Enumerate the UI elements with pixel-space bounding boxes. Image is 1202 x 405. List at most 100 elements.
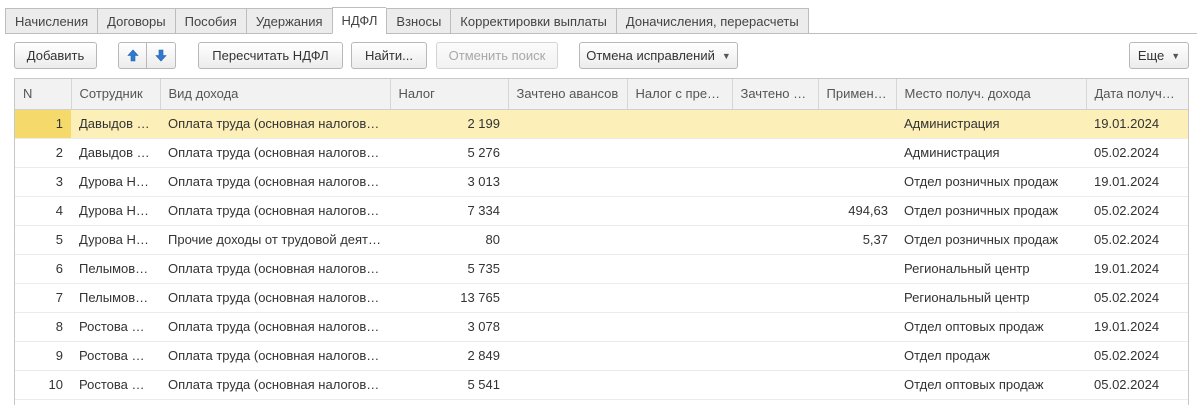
- cell-advances[interactable]: [508, 109, 627, 139]
- table-row[interactable]: 10 Ростова … Оплата труда (основная налого…: [15, 370, 1188, 400]
- column-header-advances[interactable]: Зачтено авансов: [508, 79, 628, 110]
- table-row[interactable]: 9 Ростова … Оплата труда (основная налогов…: [15, 341, 1188, 371]
- cell-n[interactable]: 3: [15, 167, 71, 197]
- cell-advances[interactable]: [508, 370, 627, 400]
- tab-contracts[interactable]: Договоры: [97, 8, 175, 34]
- cell-tax-excess[interactable]: [627, 138, 732, 168]
- tab-recalculations[interactable]: Доначисления, перерасчеты: [615, 8, 809, 34]
- cell-applied[interactable]: 5,37: [818, 225, 896, 255]
- cell-n[interactable]: 4: [15, 196, 71, 226]
- cell-applied[interactable]: [818, 167, 896, 197]
- cell-applied[interactable]: [818, 138, 896, 168]
- cell-receipt-date[interactable]: 19.01.2024: [1086, 167, 1188, 197]
- cell-tax[interactable]: 3 078: [390, 312, 508, 342]
- cell-advances[interactable]: [508, 138, 627, 168]
- cell-receipt-date[interactable]: 05.02.2024: [1086, 341, 1188, 371]
- more-menu-button[interactable]: Еще ▼: [1129, 42, 1189, 69]
- column-header-tax-excess[interactable]: Налог с пре…: [627, 79, 733, 110]
- cell-income-type[interactable]: Оплата труда (основная налогов…: [160, 196, 390, 226]
- cell-employee[interactable]: Дурова Н…: [71, 225, 160, 255]
- cell-income-place[interactable]: Отдел оптовых продаж: [896, 370, 1086, 400]
- column-header-credited[interactable]: Зачтено …: [732, 79, 819, 110]
- cell-n[interactable]: 5: [15, 225, 71, 255]
- cell-applied[interactable]: [818, 254, 896, 284]
- column-header-applied[interactable]: Примен…: [818, 79, 897, 110]
- cell-income-place[interactable]: Региональный центр: [896, 254, 1086, 284]
- cell-employee[interactable]: Пелымов…: [71, 283, 160, 313]
- cell-tax[interactable]: 5 276: [390, 138, 508, 168]
- add-button[interactable]: Добавить: [14, 42, 97, 69]
- cell-income-place[interactable]: Отдел продаж: [896, 341, 1086, 371]
- cell-credited[interactable]: [732, 312, 818, 342]
- cell-income-type[interactable]: Оплата труда (основная налогов…: [160, 283, 390, 313]
- cell-tax-excess[interactable]: [627, 312, 732, 342]
- cell-income-type[interactable]: Оплата труда (основная налогов…: [160, 341, 390, 371]
- tab-deductions[interactable]: Удержания: [245, 8, 332, 34]
- cell-employee[interactable]: Ростова …: [71, 312, 160, 342]
- cell-income-type[interactable]: Оплата труда (основная налогов…: [160, 109, 390, 139]
- cell-tax[interactable]: 7 334: [390, 196, 508, 226]
- cell-n[interactable]: 6: [15, 254, 71, 284]
- cancel-search-button[interactable]: Отменить поиск: [436, 42, 558, 69]
- table-row[interactable]: 3 Дурова Н… Оплата труда (основная налогов…: [15, 167, 1188, 197]
- cell-advances[interactable]: [508, 341, 627, 371]
- cell-employee[interactable]: Пелымов…: [71, 254, 160, 284]
- cell-receipt-date[interactable]: 19.01.2024: [1086, 312, 1188, 342]
- column-header-income-place[interactable]: Место получ. дохода: [896, 79, 1087, 110]
- move-down-button[interactable]: [147, 42, 176, 69]
- cell-applied[interactable]: [818, 283, 896, 313]
- cell-credited[interactable]: [732, 109, 818, 139]
- cell-credited[interactable]: [732, 138, 818, 168]
- cell-n[interactable]: 10: [15, 370, 71, 400]
- cell-income-place[interactable]: Отдел оптовых продаж: [896, 312, 1086, 342]
- cell-tax[interactable]: 2 849: [390, 341, 508, 371]
- cell-credited[interactable]: [732, 370, 818, 400]
- cell-applied[interactable]: 494,63: [818, 196, 896, 226]
- cell-tax[interactable]: 5 541: [390, 370, 508, 400]
- cell-advances[interactable]: [508, 312, 627, 342]
- cell-credited[interactable]: [732, 225, 818, 255]
- cell-receipt-date[interactable]: 05.02.2024: [1086, 225, 1188, 255]
- cell-tax-excess[interactable]: [627, 341, 732, 371]
- cell-n[interactable]: 9: [15, 341, 71, 371]
- cell-employee[interactable]: Дурова Н…: [71, 196, 160, 226]
- cell-income-type[interactable]: Прочие доходы от трудовой деят…: [160, 225, 390, 255]
- cell-employee[interactable]: Дурова Н…: [71, 167, 160, 197]
- tab-ndfl[interactable]: НДФЛ: [331, 7, 387, 34]
- cell-tax[interactable]: 5 735: [390, 254, 508, 284]
- tab-benefits[interactable]: Пособия: [174, 8, 246, 34]
- cell-advances[interactable]: [508, 254, 627, 284]
- cell-credited[interactable]: [732, 341, 818, 371]
- table-row[interactable]: 7 Пелымов… Оплата труда (основная налогов……: [15, 283, 1188, 313]
- cell-tax-excess[interactable]: [627, 254, 732, 284]
- move-up-button[interactable]: [118, 42, 147, 69]
- cell-tax[interactable]: 2 199: [390, 109, 508, 139]
- cell-income-place[interactable]: Региональный центр: [896, 283, 1086, 313]
- table-row[interactable]: 6 Пелымов… Оплата труда (основная налогов……: [15, 254, 1188, 284]
- cell-tax-excess[interactable]: [627, 225, 732, 255]
- cell-receipt-date[interactable]: 19.01.2024: [1086, 109, 1188, 139]
- cell-credited[interactable]: [732, 167, 818, 197]
- cell-advances[interactable]: [508, 196, 627, 226]
- cell-tax[interactable]: 3 013: [390, 167, 508, 197]
- cell-income-type[interactable]: Оплата труда (основная налогов…: [160, 312, 390, 342]
- tab-accruals[interactable]: Начисления: [5, 8, 98, 34]
- cell-receipt-date[interactable]: 05.02.2024: [1086, 283, 1188, 313]
- cell-employee[interactable]: Давыдов …: [71, 109, 160, 139]
- cell-advances[interactable]: [508, 225, 627, 255]
- column-header-receipt-date[interactable]: Дата получения: [1086, 79, 1188, 110]
- cell-advances[interactable]: [508, 283, 627, 313]
- cell-income-place[interactable]: Отдел розничных продаж: [896, 167, 1086, 197]
- cell-employee[interactable]: Ростова …: [71, 341, 160, 371]
- tab-contributions[interactable]: Взносы: [386, 8, 451, 34]
- column-header-income-type[interactable]: Вид дохода: [160, 79, 391, 110]
- cell-applied[interactable]: [818, 341, 896, 371]
- cell-income-type[interactable]: Оплата труда (основная налогов…: [160, 138, 390, 168]
- table-row[interactable]: 8 Ростова … Оплата труда (основная налогов…: [15, 312, 1188, 342]
- column-header-employee[interactable]: Сотрудник: [71, 79, 161, 110]
- cell-tax-excess[interactable]: [627, 283, 732, 313]
- cell-income-place[interactable]: Администрация: [896, 109, 1086, 139]
- table-row[interactable]: 5 Дурова Н… Прочие доходы от трудовой деят…: [15, 225, 1188, 255]
- cell-applied[interactable]: [818, 312, 896, 342]
- cell-employee[interactable]: Давыдов …: [71, 138, 160, 168]
